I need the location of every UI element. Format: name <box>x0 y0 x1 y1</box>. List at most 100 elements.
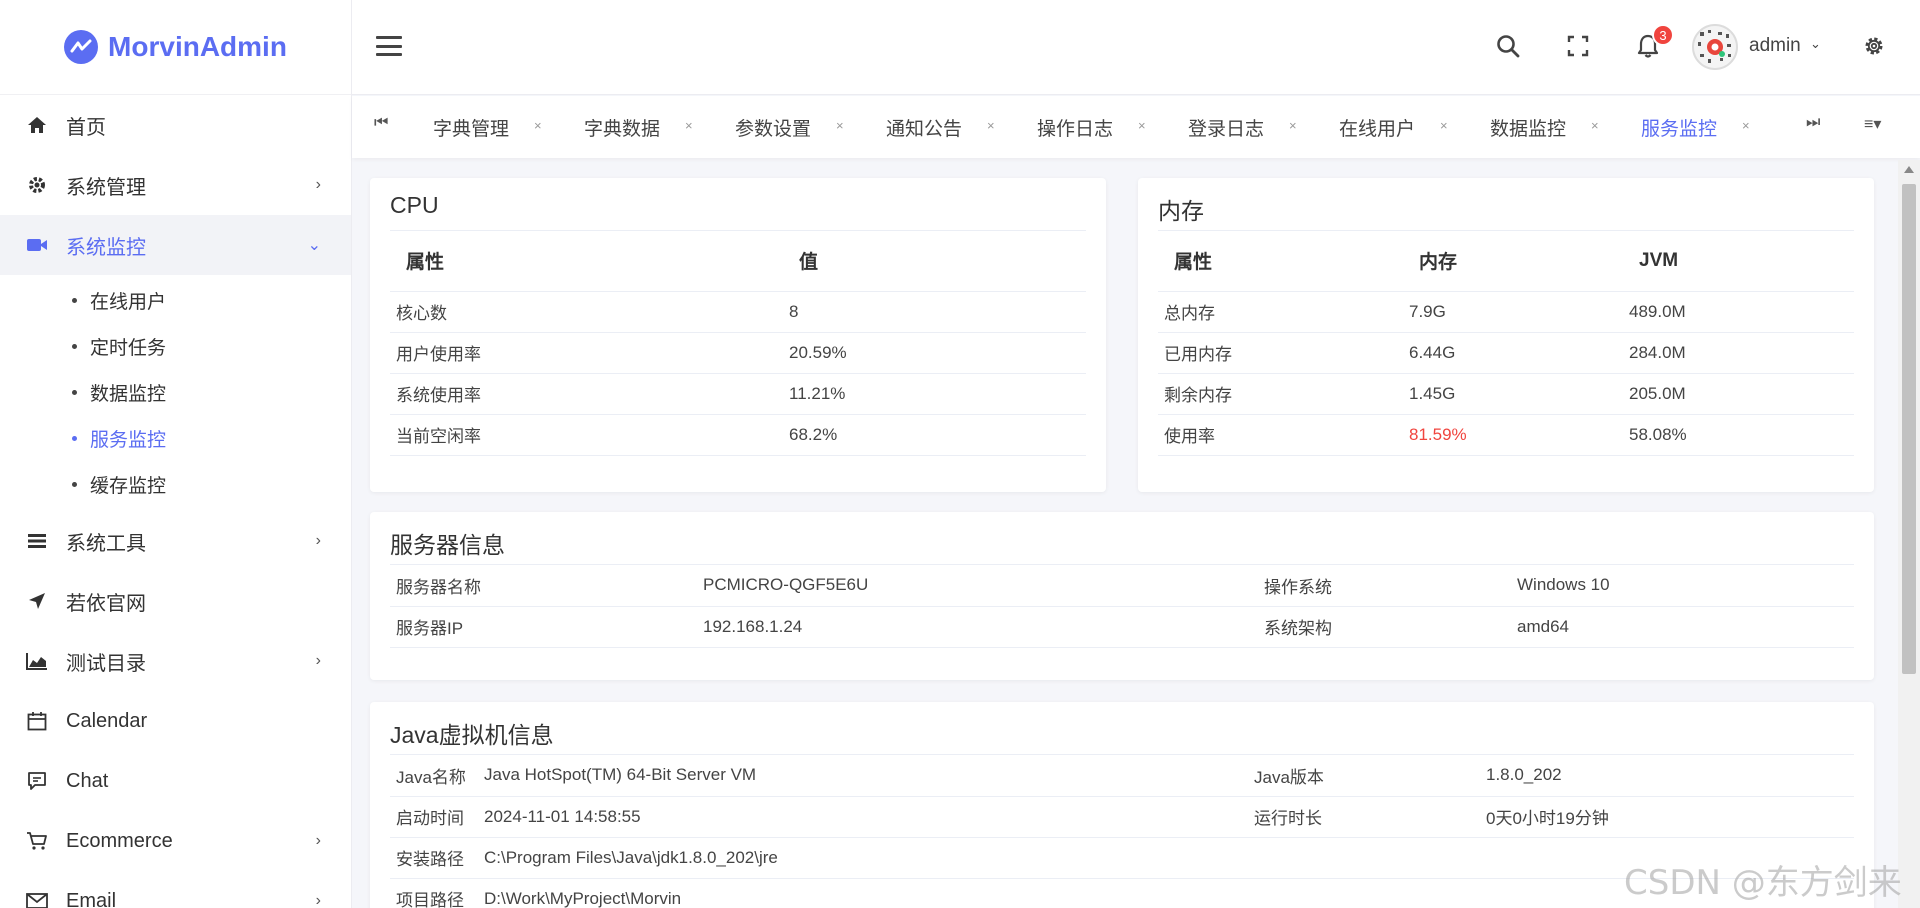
settings-gear-icon[interactable] <box>1858 30 1890 62</box>
table-row: 系统使用率 11.21% <box>390 373 1086 415</box>
tab-params[interactable]: 参数设置 <box>735 114 811 141</box>
table-cell: 8 <box>783 291 1086 333</box>
chevron-down-icon[interactable]: ⌄ <box>1810 36 1821 52</box>
tab-server-monitor[interactable]: 服务监控 <box>1641 114 1717 141</box>
chevron-right-icon: › <box>315 892 321 908</box>
chevron-right-icon: › <box>315 176 321 193</box>
monitor-submenu: 在线用户 定时任务 数据监控 服务监控 缓存监控 <box>0 275 351 511</box>
table-cell: Java名称 <box>390 755 478 797</box>
sidebar-item-email[interactable]: Email › <box>0 871 351 908</box>
close-icon[interactable]: × <box>1289 118 1297 133</box>
table-row: 启动时间 2024-11-01 14:58:55 运行时长 0天0小时19分钟 <box>390 796 1854 838</box>
table-cell: 安装路径 <box>390 837 478 879</box>
scrollbar-thumb[interactable] <box>1902 184 1916 674</box>
submenu-item-server-monitor[interactable]: 服务监控 <box>0 415 351 461</box>
column-header: 值 <box>783 231 1086 292</box>
table-row: 服务器名称 PCMICRO-QGF5E6U 操作系统 Windows 10 <box>390 565 1854 607</box>
notification-bell-icon[interactable]: 3 <box>1632 24 1674 62</box>
sidebar-item-label: Email <box>66 889 117 908</box>
top-header: 3 admin ⌄ <box>352 0 1920 95</box>
close-icon[interactable]: × <box>1440 118 1448 133</box>
cpu-table: 属性 值 核心数 8 用户使用率 20.59% 系统使用率 11.21% 当前空闲率 6… <box>390 231 1086 456</box>
cart-icon <box>26 830 48 852</box>
close-icon[interactable]: × <box>1742 118 1750 133</box>
chevron-right-icon: › <box>315 832 321 849</box>
table-cell: 用户使用率 <box>390 332 783 374</box>
submenu-item-label: 服务监控 <box>90 429 167 451</box>
table-cell: 已用内存 <box>1158 332 1403 374</box>
table-row: 总内存 7.9G 489.0M <box>1158 291 1854 333</box>
close-icon[interactable]: × <box>1138 118 1146 133</box>
sidebar-item-home[interactable]: 首页 <box>0 95 351 155</box>
area-chart-icon <box>26 650 48 672</box>
scroll-tabs-left-icon[interactable]: ⏮ <box>374 114 388 132</box>
chevron-down-icon: ⌄ <box>307 237 321 254</box>
submenu-item-data-monitor[interactable]: 数据监控 <box>0 369 351 415</box>
table-cell: 58.08% <box>1623 414 1854 456</box>
close-icon[interactable]: × <box>987 118 995 133</box>
send-icon <box>26 590 48 612</box>
table-cell: 操作系统 <box>1258 565 1511 607</box>
table-cell: 剩余内存 <box>1158 373 1403 415</box>
sidebar-menu: 首页 系统管理 › 系统监控 ⌄ 在线用户 定时任务 数据监控 服务监控 缓存监… <box>0 95 351 908</box>
main-content: CPU 属性 值 核心数 8 用户使用率 20.59% 系统使用率 11.21% 当前… <box>352 160 1900 908</box>
submenu-item-online-users[interactable]: 在线用户 <box>0 277 351 323</box>
sidebar-item-label: 系统监控 <box>66 236 146 259</box>
close-icon[interactable]: × <box>534 118 542 133</box>
table-cell: amd64 <box>1511 606 1854 648</box>
home-icon <box>26 114 48 136</box>
notification-badge: 3 <box>1652 24 1674 46</box>
submenu-item-label: 在线用户 <box>90 291 167 313</box>
submenu-item-cache-monitor[interactable]: 缓存监控 <box>0 461 351 507</box>
table-cell: 1.45G <box>1403 373 1623 415</box>
tab-dict-data[interactable]: 字典数据 <box>584 114 660 141</box>
memory-table: 属性 内存 JVM 总内存 7.9G 489.0M 已用内存 6.44G 284.0M … <box>1158 231 1854 456</box>
user-name[interactable]: admin <box>1749 35 1801 57</box>
avatar[interactable] <box>1692 24 1738 70</box>
table-cell: 服务器IP <box>390 606 697 648</box>
table-cell: 当前空闲率 <box>390 414 783 456</box>
tab-data-monitor[interactable]: 数据监控 <box>1490 114 1566 141</box>
tab-notices[interactable]: 通知公告 <box>886 114 962 141</box>
table-cell: 1.8.0_202 <box>1480 755 1854 797</box>
chevron-right-icon: › <box>315 652 321 669</box>
table-row: 用户使用率 20.59% <box>390 332 1086 374</box>
sidebar-item-system-monitor[interactable]: 系统监控 ⌄ <box>0 215 351 275</box>
table-cell: 20.59% <box>783 332 1086 374</box>
table-cell: 0天0小时19分钟 <box>1480 796 1854 838</box>
sidebar-item-ruoyi-site[interactable]: 若依官网 <box>0 571 351 631</box>
tab-online-users[interactable]: 在线用户 <box>1339 114 1415 141</box>
sidebar-item-test-directory[interactable]: 测试目录 › <box>0 631 351 691</box>
table-cell: Windows 10 <box>1511 565 1854 607</box>
fullscreen-icon[interactable] <box>1562 30 1594 62</box>
search-icon[interactable] <box>1492 30 1524 62</box>
tab-login-log[interactable]: 登录日志 <box>1188 114 1264 141</box>
logo[interactable]: MorvinAdmin <box>0 0 351 95</box>
column-header: 属性 <box>390 231 783 292</box>
sidebar-item-ecommerce[interactable]: Ecommerce › <box>0 811 351 871</box>
submenu-item-scheduled-tasks[interactable]: 定时任务 <box>0 323 351 369</box>
vertical-scrollbar[interactable] <box>1898 160 1920 908</box>
scroll-tabs-right-icon[interactable]: ⏭ <box>1806 114 1820 132</box>
table-cell: 启动时间 <box>390 796 478 838</box>
column-header: 属性 <box>1158 231 1403 292</box>
close-icon[interactable]: × <box>685 118 693 133</box>
scroll-up-arrow-icon[interactable] <box>1904 166 1914 173</box>
card-title: 服务器信息 <box>390 532 505 558</box>
sidebar-item-system-tools[interactable]: 系统工具 › <box>0 511 351 571</box>
close-icon[interactable]: × <box>836 118 844 133</box>
tabs-menu-icon[interactable]: ≡▾ <box>1864 114 1881 134</box>
sidebar-item-label: 测试目录 <box>66 652 146 675</box>
table-cell: 6.44G <box>1403 332 1623 374</box>
close-icon[interactable]: × <box>1591 118 1599 133</box>
tab-dict-management[interactable]: 字典管理 <box>433 114 509 141</box>
hamburger-menu-icon[interactable] <box>376 36 402 56</box>
sidebar-item-chat[interactable]: Chat <box>0 751 351 811</box>
sidebar-item-calendar[interactable]: Calendar <box>0 691 351 751</box>
tab-operation-log[interactable]: 操作日志 <box>1037 114 1113 141</box>
sidebar-item-system-management[interactable]: 系统管理 › <box>0 155 351 215</box>
app-name: MorvinAdmin <box>108 31 287 62</box>
table-cell: Java HotSpot(TM) 64-Bit Server VM <box>478 755 1248 797</box>
card-title: 内存 <box>1158 198 1204 224</box>
table-cell: 7.9G <box>1403 291 1623 333</box>
